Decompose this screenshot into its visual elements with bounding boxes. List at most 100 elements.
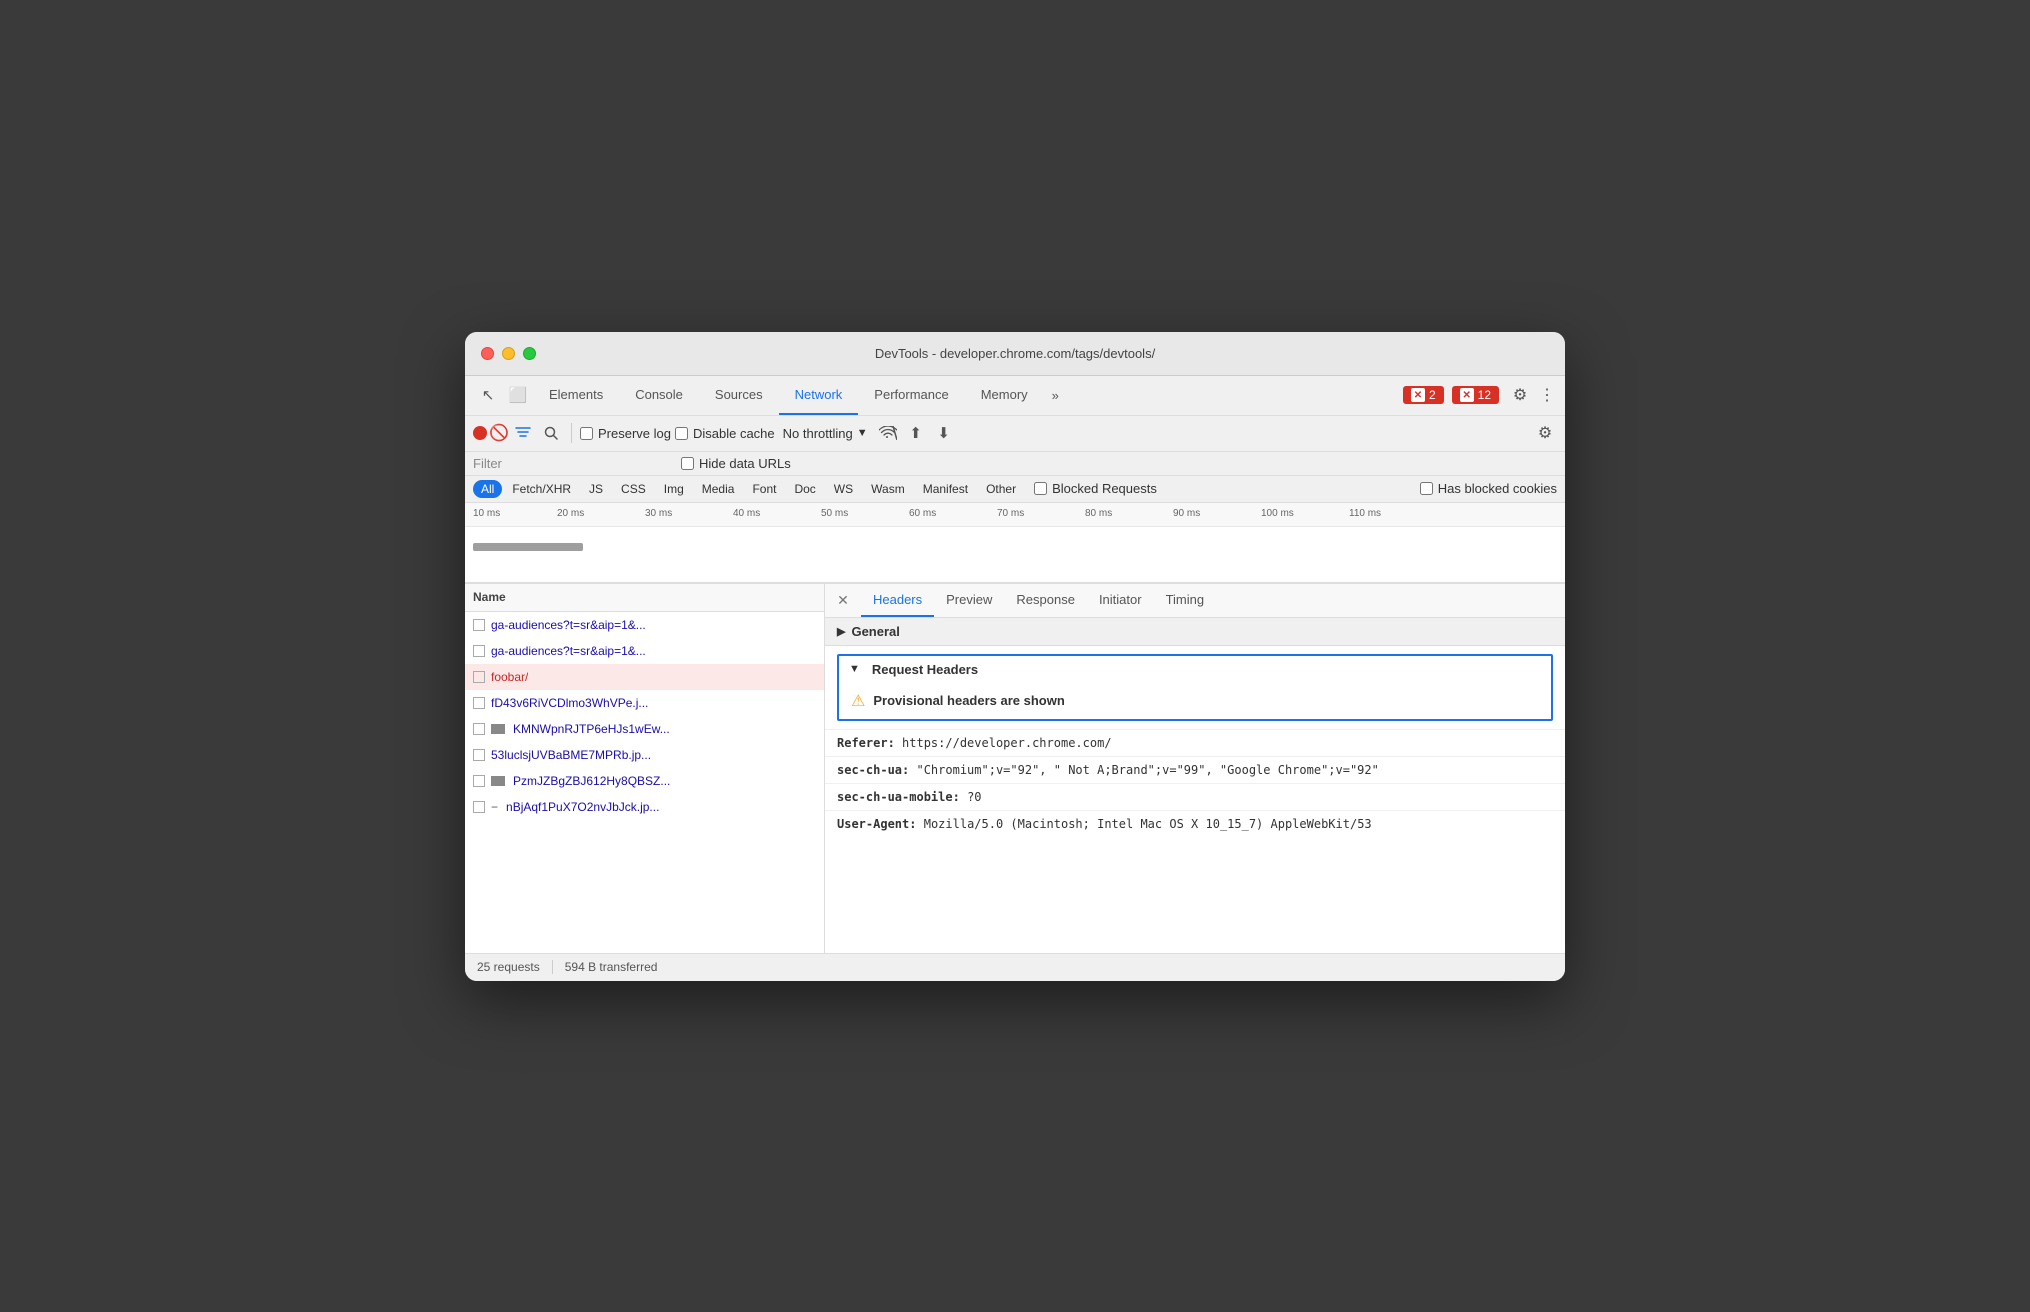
header-key-sec-ch-ua: sec-ch-ua: (837, 763, 909, 777)
preserve-log-checkbox[interactable]: Preserve log (580, 426, 671, 441)
tab-headers[interactable]: Headers (861, 584, 934, 618)
file-list-header: Name (465, 584, 824, 612)
file-name-6: 53luclsjUVBaBME7MPRb.jp... (491, 748, 651, 762)
type-btn-css[interactable]: CSS (613, 480, 654, 498)
list-item[interactable]: ga-audiences?t=sr&aip=1&... (465, 612, 824, 638)
close-button[interactable] (481, 347, 494, 360)
disable-cache-checkbox[interactable]: Disable cache (675, 426, 775, 441)
tick-40ms: 40 ms (733, 508, 760, 519)
detail-close-button[interactable]: ✕ (833, 590, 853, 610)
type-btn-doc[interactable]: Doc (786, 480, 823, 498)
tab-network[interactable]: Network (779, 375, 859, 415)
general-section-header[interactable]: ▶ General (825, 618, 1565, 646)
hide-data-urls-checkbox[interactable]: Hide data URLs (681, 456, 791, 471)
tick-100ms: 100 ms (1261, 508, 1294, 519)
window-controls (481, 347, 536, 360)
blocked-requests-checkbox[interactable]: Blocked Requests (1034, 481, 1157, 496)
tick-110ms: 110 ms (1349, 508, 1381, 519)
tab-response[interactable]: Response (1004, 584, 1087, 618)
list-item[interactable]: KMNWpnRJTP6eHJs1wEw... (465, 716, 824, 742)
header-val-sec-ch-ua: "Chromium";v="92", " Not A;Brand";v="99"… (916, 763, 1378, 777)
filter-label: Filter (473, 456, 502, 471)
warn-badge[interactable]: ✕ 12 (1452, 386, 1499, 404)
list-item[interactable]: PzmJZBgZBJ612Hy8QBSZ... (465, 768, 824, 794)
request-headers-title[interactable]: ▼ Request Headers (839, 656, 1551, 683)
file-name-2: ga-audiences?t=sr&aip=1&... (491, 644, 646, 658)
tab-timing[interactable]: Timing (1154, 584, 1217, 618)
minimize-button[interactable] (502, 347, 515, 360)
tab-performance[interactable]: Performance (858, 375, 964, 415)
throttle-dropdown[interactable]: No throttling ▼ (779, 424, 872, 443)
file-name-4: fD43v6RiVCDlmo3WhVPe.j... (491, 696, 648, 710)
device-icon[interactable]: ⬜ (503, 380, 533, 410)
general-arrow-icon: ▶ (837, 625, 845, 638)
timeline-container: 10 ms 20 ms 30 ms 40 ms 50 ms 60 ms 70 m… (465, 503, 1565, 583)
type-filter-row: All Fetch/XHR JS CSS Img Media Font Doc … (465, 476, 1565, 503)
main-panel: Name ga-audiences?t=sr&aip=1&... ga-audi… (465, 583, 1565, 953)
file-checkbox-6[interactable] (473, 749, 485, 761)
file-checkbox-4[interactable] (473, 697, 485, 709)
type-btn-all[interactable]: All (473, 480, 502, 498)
type-btn-manifest[interactable]: Manifest (915, 480, 976, 498)
tab-preview[interactable]: Preview (934, 584, 1004, 618)
upload-icon[interactable]: ⬆ (904, 421, 928, 445)
header-sec-ch-ua: sec-ch-ua: "Chromium";v="92", " Not A;Br… (825, 756, 1565, 783)
error-badge[interactable]: ✕ 2 (1403, 386, 1444, 404)
warn-badge-icon: ✕ (1460, 388, 1474, 402)
list-item[interactable]: ga-audiences?t=sr&aip=1&... (465, 638, 824, 664)
network-settings-icon[interactable]: ⚙ (1533, 421, 1557, 445)
tab-initiator[interactable]: Initiator (1087, 584, 1154, 618)
devtools-tab-bar: ↖ ⬜ Elements Console Sources Network Per… (465, 376, 1565, 416)
file-name-5: KMNWpnRJTP6eHJs1wEw... (513, 722, 670, 736)
type-btn-media[interactable]: Media (694, 480, 743, 498)
type-btn-ws[interactable]: WS (826, 480, 861, 498)
type-btn-js[interactable]: JS (581, 480, 611, 498)
has-blocked-cookies-checkbox[interactable]: Has blocked cookies (1420, 481, 1557, 496)
tick-20ms: 20 ms (557, 508, 584, 519)
file-checkbox-7[interactable] (473, 775, 485, 787)
header-key-referer: Referer: (837, 736, 895, 750)
list-item[interactable]: 53luclsjUVBaBME7MPRb.jp... (465, 742, 824, 768)
tick-10ms: 10 ms (473, 508, 500, 519)
wifi-icon[interactable] (876, 421, 900, 445)
header-key-user-agent: User-Agent: (837, 817, 916, 831)
tab-console[interactable]: Console (619, 375, 699, 415)
list-item[interactable]: fD43v6RiVCDlmo3WhVPe.j... (465, 690, 824, 716)
maximize-button[interactable] (523, 347, 536, 360)
file-checkbox-8[interactable] (473, 801, 485, 813)
type-btn-font[interactable]: Font (744, 480, 784, 498)
type-btn-wasm[interactable]: Wasm (863, 480, 913, 498)
download-icon[interactable]: ⬇ (932, 421, 956, 445)
record-button[interactable] (473, 426, 487, 440)
file-checkbox-3[interactable] (473, 671, 485, 683)
list-item-selected[interactable]: foobar/ (465, 664, 824, 690)
list-item[interactable]: − nBjAqf1PuX7O2nvJbJck.jp... (465, 794, 824, 820)
file-checkbox-2[interactable] (473, 645, 485, 657)
file-name-7: PzmJZBgZBJ612Hy8QBSZ... (513, 774, 670, 788)
settings-icon[interactable]: ⚙ (1505, 380, 1535, 410)
img-icon-5 (491, 724, 505, 734)
tab-elements[interactable]: Elements (533, 375, 619, 415)
tab-sources[interactable]: Sources (699, 375, 779, 415)
tick-60ms: 60 ms (909, 508, 936, 519)
tick-30ms: 30 ms (645, 508, 672, 519)
img-icon-7 (491, 776, 505, 786)
tick-90ms: 90 ms (1173, 508, 1200, 519)
timeline-bar (473, 543, 583, 551)
filter-icon[interactable] (511, 421, 535, 445)
file-checkbox-5[interactable] (473, 723, 485, 735)
type-btn-fetchxhr[interactable]: Fetch/XHR (504, 480, 579, 498)
tab-memory[interactable]: Memory (965, 375, 1044, 415)
cursor-icon[interactable]: ↖ (473, 380, 503, 410)
type-btn-img[interactable]: Img (656, 480, 692, 498)
tick-80ms: 80 ms (1085, 508, 1112, 519)
file-checkbox-1[interactable] (473, 619, 485, 631)
more-tabs-button[interactable]: » (1044, 388, 1067, 403)
detail-tab-bar: ✕ Headers Preview Response Initiator Tim… (825, 584, 1565, 618)
more-options-icon[interactable]: ⋮ (1537, 380, 1557, 410)
type-btn-other[interactable]: Other (978, 480, 1024, 498)
search-icon[interactable] (539, 421, 563, 445)
file-name-3: foobar/ (491, 670, 528, 684)
stop-icon[interactable]: 🚫 (491, 425, 507, 441)
titlebar: DevTools - developer.chrome.com/tags/dev… (465, 332, 1565, 376)
